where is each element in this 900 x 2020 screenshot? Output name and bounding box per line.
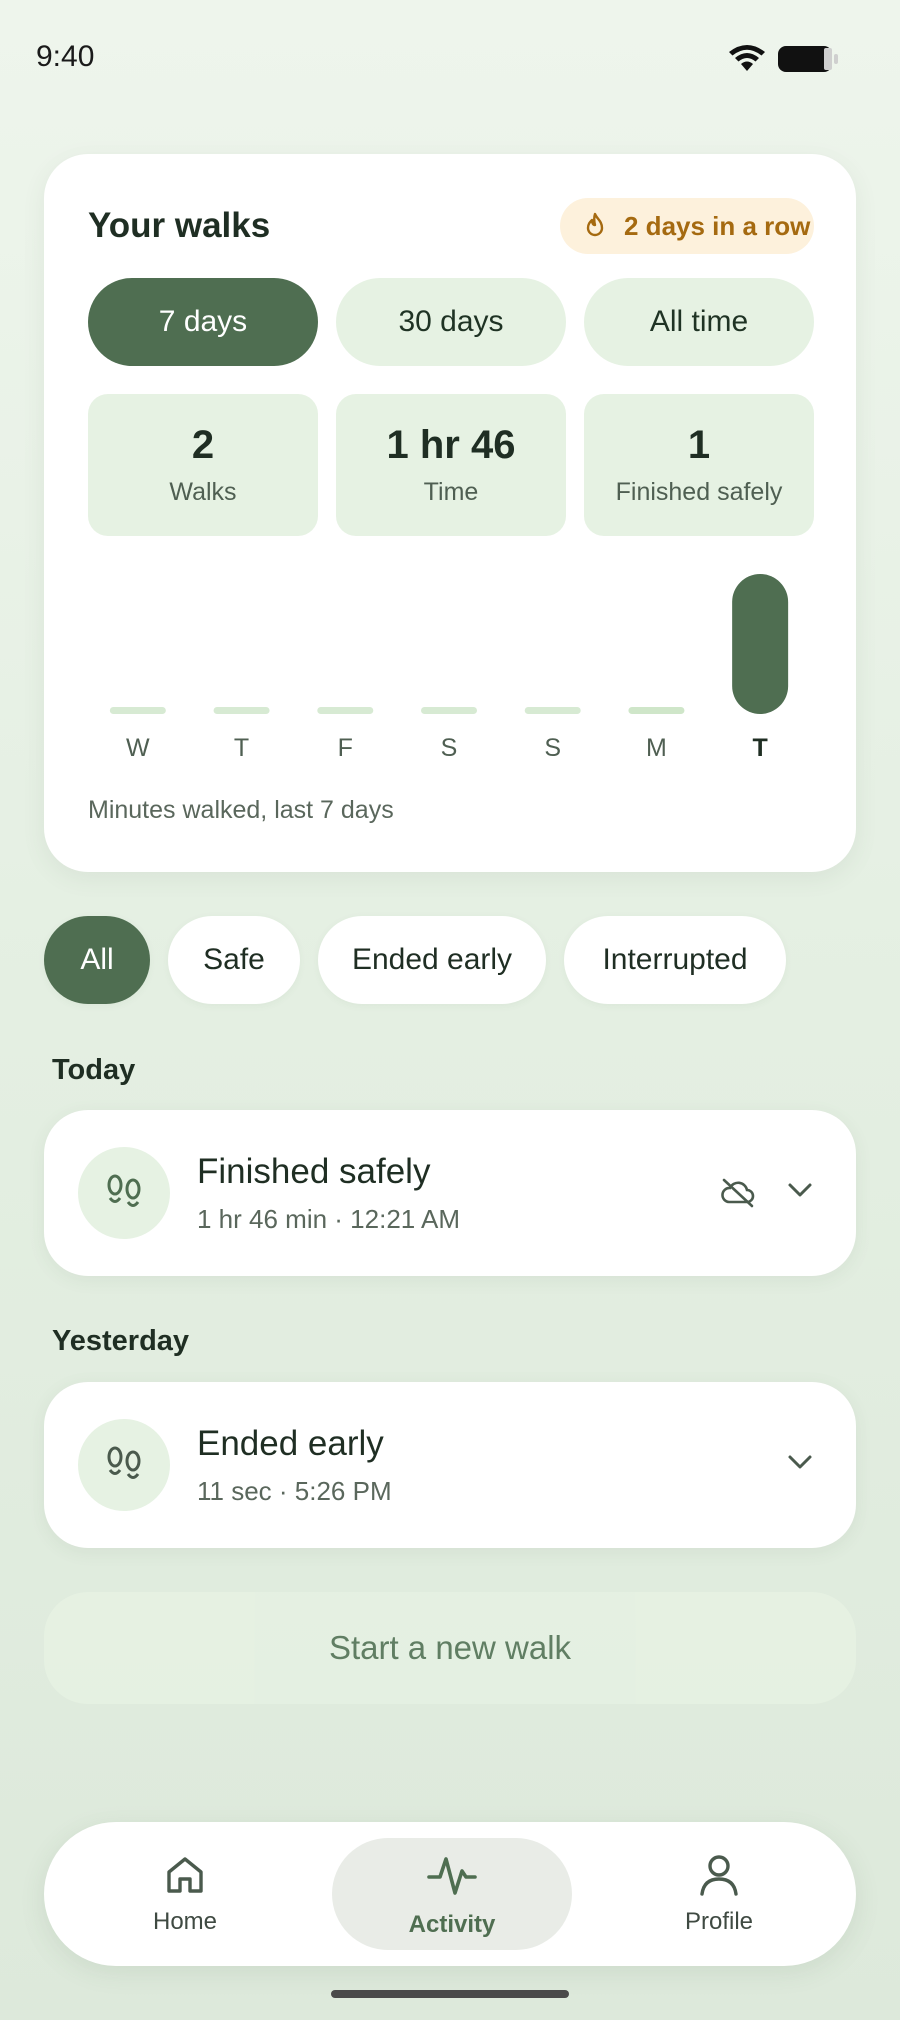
- chart-day-label: S: [441, 734, 458, 762]
- chart-bar: [628, 707, 685, 714]
- home-indicator[interactable]: [331, 1990, 569, 1998]
- footprints-icon: [107, 1446, 141, 1479]
- chart-bar: [732, 574, 789, 714]
- stat-value: 1 hr 46: [386, 423, 516, 467]
- walk-subtitle: 11 sec · 5:26 PM: [197, 1476, 392, 1506]
- footprints-icon: [107, 1174, 141, 1207]
- nav-profile[interactable]: Profile: [599, 1822, 839, 1966]
- section-today: Today: [52, 1054, 136, 1086]
- walk-icon-badge: [78, 1419, 170, 1511]
- chart-day-label: M: [646, 734, 667, 762]
- wifi-icon: [729, 45, 765, 71]
- streak-badge: 2 days in a row: [560, 198, 814, 254]
- chart-bar: [421, 707, 477, 714]
- range-tab-30-days[interactable]: 30 days: [336, 278, 566, 366]
- range-tab-7-days[interactable]: 7 days: [88, 278, 318, 366]
- nav-label: Activity: [408, 1911, 496, 1938]
- chart-day-label: S: [544, 734, 561, 762]
- chart-bar: [317, 707, 374, 714]
- walk-title: Finished safely: [197, 1152, 431, 1191]
- bottom-nav: Home Activity Profile: [44, 1822, 856, 1966]
- activity-icon: [427, 1857, 477, 1895]
- chevron-down-icon[interactable]: [786, 1452, 814, 1472]
- weekly-minutes-chart: WTFSSMT: [109, 574, 789, 762]
- walk-title: Ended early: [197, 1424, 384, 1463]
- profile-icon: [700, 1855, 738, 1896]
- battery-icon: [778, 46, 838, 72]
- chart-caption: Minutes walked, last 7 days: [88, 796, 394, 824]
- walk-icon-badge: [78, 1147, 170, 1239]
- flame-icon: [586, 212, 604, 237]
- chart-day-label: F: [338, 734, 353, 762]
- stat-finished-safely: 1 Finished safely: [584, 394, 814, 536]
- chevron-down-icon[interactable]: [786, 1180, 814, 1200]
- stat-time: 1 hr 46 Time: [336, 394, 566, 536]
- section-yesterday: Yesterday: [52, 1325, 190, 1357]
- stat-value: 2: [191, 423, 215, 467]
- stat-label: Time: [423, 478, 479, 506]
- filter-ended-early[interactable]: Ended early: [318, 916, 546, 1004]
- stats-row: 2 Walks 1 hr 46 Time 1 Finished safely: [88, 394, 814, 536]
- chart-bar: [213, 707, 270, 714]
- stat-value: 1: [687, 423, 711, 467]
- card-title: Your walks: [88, 206, 271, 245]
- walk-subtitle: 1 hr 46 min · 12:21 AM: [197, 1204, 461, 1234]
- chart-day-label: W: [126, 734, 150, 762]
- filter-all[interactable]: All: [44, 916, 150, 1004]
- stat-label: Walks: [169, 478, 237, 506]
- cloud-off-icon: [721, 1178, 755, 1208]
- filter-interrupted[interactable]: Interrupted: [564, 916, 786, 1004]
- range-tabs: 7 days 30 days All time: [88, 278, 814, 366]
- status-time: 9:40: [36, 40, 95, 73]
- stat-label: Finished safely: [615, 478, 783, 506]
- status-bar: 9:40: [0, 0, 900, 110]
- chart-day-label: T: [234, 734, 249, 762]
- home-icon: [167, 1857, 203, 1893]
- chart-bar: [524, 707, 581, 714]
- nav-label: Profile: [684, 1908, 754, 1935]
- nav-activity[interactable]: Activity: [332, 1822, 572, 1966]
- nav-home[interactable]: Home: [65, 1822, 305, 1966]
- nav-label: Home: [152, 1908, 218, 1935]
- walk-card[interactable]: Ended early 11 sec · 5:26 PM: [44, 1382, 856, 1548]
- start-new-walk-button[interactable]: Start a new walk: [44, 1592, 856, 1704]
- filter-safe[interactable]: Safe: [168, 916, 300, 1004]
- chart-day-label: T: [753, 734, 768, 762]
- chart-bar: [109, 707, 166, 714]
- streak-label: 2 days in a row: [624, 210, 811, 241]
- range-tab-all-time[interactable]: All time: [584, 278, 814, 366]
- walk-summary-card: Your walks 2 days in a row 7 days 30 day…: [44, 154, 856, 872]
- stat-walks: 2 Walks: [88, 394, 318, 536]
- walk-card[interactable]: Finished safely 1 hr 46 min · 12:21 AM: [44, 1110, 856, 1276]
